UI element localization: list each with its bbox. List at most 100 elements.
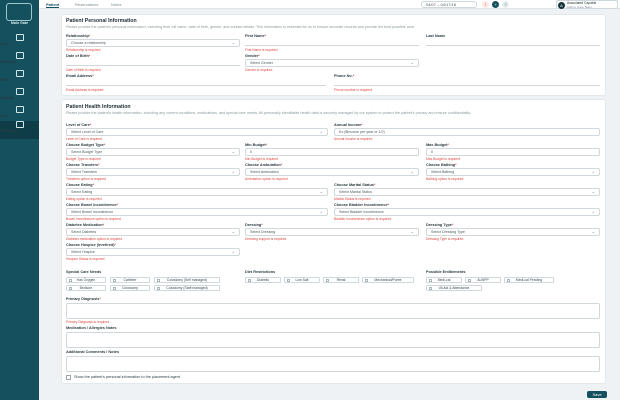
checkbox-icon <box>326 279 329 282</box>
annual-income-input[interactable]: Ex.($Income per year or 1/2) <box>334 128 600 136</box>
bell-icon[interactable]: ! <box>482 1 489 8</box>
section-title: Patient Health Information <box>66 104 131 110</box>
bathing-select[interactable]: Select Bathing ⌄ <box>426 168 600 176</box>
meds-textarea[interactable] <box>66 332 600 348</box>
entitlement-option[interactable]: Medi-cal <box>426 277 462 283</box>
entitlement-option[interactable]: Medi-cal Pending <box>504 277 554 283</box>
special-care-label: Special Care Needs <box>66 270 102 274</box>
diet-option[interactable]: Low Salt <box>284 277 320 283</box>
phone-field[interactable] <box>334 79 600 86</box>
special-care-option[interactable]: Colostomy (Staff managed) <box>154 285 220 291</box>
dressing-select[interactable]: Select Dressing ⌄ <box>245 228 419 236</box>
primary-dx-label: Primary Diagnosis* <box>66 297 101 301</box>
hospice-error: Hospice Status is required <box>66 257 105 261</box>
level-of-care-select[interactable]: Select Level of Care ⌄ <box>66 128 328 136</box>
bladder-label: Choose Bladder Incontinence* <box>334 203 390 207</box>
min-budget-error: Min Budget is required <box>245 157 278 161</box>
first-name-label: First Name* <box>245 34 267 38</box>
transfers-select[interactable]: Select Transfers ⌄ <box>66 168 240 176</box>
checkbox-icon <box>287 279 290 282</box>
checkbox-icon <box>69 279 72 282</box>
chevron-down-icon: ⌄ <box>410 60 414 65</box>
min-budget-label: Min Budget* <box>245 143 268 147</box>
special-care-option[interactable]: Catheter <box>110 277 150 283</box>
checkbox-icon <box>113 287 116 290</box>
special-care-option[interactable]: Colostomy <box>110 285 150 291</box>
phone-error: Phone number is required <box>334 88 372 92</box>
dob-field[interactable] <box>66 59 240 66</box>
entitlement-option[interactable]: VA Aid & Attendance <box>426 285 482 291</box>
special-care-option[interactable]: Has Oxygen <box>66 277 106 283</box>
comments-textarea[interactable] <box>66 356 600 372</box>
chevron-down-icon: ⌄ <box>319 189 323 194</box>
marital-select[interactable]: Select Marital Status ⌄ <box>334 188 600 196</box>
hospice-select[interactable]: Select Hospice ⌄ <box>66 248 240 256</box>
budget-type-select[interactable]: Select Budget Type ⌄ <box>66 148 240 156</box>
email-label: Email Address* <box>66 74 94 78</box>
diet-option[interactable]: Diabetic <box>245 277 281 283</box>
bladder-select[interactable]: Select Bladder Incontinence ⌄ <box>334 208 600 216</box>
gender-error: Gender is required <box>245 68 273 72</box>
personal-info-card: Patient Personal Information Please prov… <box>61 14 606 96</box>
annual-income-error: Annual Income is required <box>334 137 373 141</box>
save-button[interactable]: Save <box>587 391 607 398</box>
first-name-field[interactable] <box>245 39 419 46</box>
max-budget-input[interactable]: 0 <box>426 148 600 156</box>
dressing-type-label: Dressing Type* <box>426 223 454 227</box>
comments-label: Additional Comments / Notes <box>66 350 119 354</box>
sidebar-item-placement[interactable]: Placement <box>0 121 39 139</box>
min-budget-input[interactable]: 0 <box>245 148 419 156</box>
chevron-down-icon: ⌄ <box>591 189 595 194</box>
email-field[interactable] <box>66 79 326 86</box>
eating-select[interactable]: Select Eating ⌄ <box>66 188 328 196</box>
entitlement-option[interactable]: ALWPP <box>465 277 501 283</box>
section-title: Patient Personal Information <box>66 18 137 24</box>
help-icon[interactable]: ? <box>502 1 509 8</box>
chevron-down-icon: ⌄ <box>231 169 235 174</box>
add-icon[interactable]: + <box>492 1 499 8</box>
first-name-error: First Name is required <box>245 48 278 52</box>
special-care-option[interactable]: Bedsore <box>66 285 106 291</box>
relationship-select[interactable]: Choose a relationship ⌄ <box>66 39 240 47</box>
ambulation-error: Ambulation option is required <box>245 177 288 181</box>
last-name-field[interactable] <box>426 39 600 46</box>
section-description: Please provide the patient's health info… <box>66 111 471 115</box>
diet-option[interactable]: Mechanical/Puree <box>362 277 414 283</box>
diet-option[interactable]: Renal <box>323 277 359 283</box>
budget-type-label: Choose Budget Type* <box>66 143 106 147</box>
chevron-down-icon: ⌄ <box>410 229 414 234</box>
consent-checkbox[interactable] <box>66 375 71 380</box>
bathing-error: Bathing option is required <box>426 177 464 181</box>
level-of-care-error: Level of Care is required <box>66 137 102 141</box>
chart-icon <box>15 88 24 95</box>
bowel-label: Choose Bowel Incontinence* <box>66 203 119 207</box>
map-icon <box>15 34 24 41</box>
hospice-label: Choose Hospice (Inretired)* <box>66 243 117 247</box>
transfers-label: Choose Transfers* <box>66 163 100 167</box>
robot-icon <box>15 70 24 77</box>
chevron-down-icon: ⌄ <box>591 229 595 234</box>
date-range[interactable]: 04/07 – 04/17/18 <box>421 1 477 8</box>
sidebar-item-reports[interactable]: Reports <box>0 88 39 106</box>
dressing-label: Dressing* <box>245 223 263 227</box>
sidebar-item-rpa[interactable]: RPA <box>0 70 39 88</box>
chevron-down-icon: ⌄ <box>231 149 235 154</box>
diabetes-error: Diabetes medication option is required <box>66 237 123 241</box>
health-info-card: Patient Health Information Please provid… <box>61 99 606 384</box>
special-care-option[interactable]: Colostomy (Self managed) <box>154 277 220 283</box>
bowel-select[interactable]: Select Bowel Incontinence ⌄ <box>66 208 328 216</box>
dressing-error: Dressing support is required <box>245 237 287 241</box>
user-menu[interactable]: A Associated Capable Admin, Care Team <box>556 0 618 9</box>
tab-notes[interactable]: Notes <box>111 2 121 7</box>
dressing-type-select[interactable]: Select Dressing Type ⌄ <box>426 228 600 236</box>
sidebar-item-referrals[interactable]: Referrals <box>0 52 39 70</box>
phone-label: Phone No.* <box>334 74 355 78</box>
tab-reservations[interactable]: Reservations <box>75 2 98 7</box>
primary-dx-textarea[interactable] <box>66 303 600 319</box>
gender-select[interactable]: Select Gender ⌄ <box>245 59 419 67</box>
sidebar-item-trips[interactable]: Trips <box>0 34 39 52</box>
diabetes-select[interactable]: Select Diabetes ⌄ <box>66 228 240 236</box>
ambulation-select[interactable]: Select Ambulation ⌄ <box>245 168 419 176</box>
max-budget-error: Max Budget is required <box>426 157 460 161</box>
tab-patient[interactable]: Patient <box>46 2 60 8</box>
